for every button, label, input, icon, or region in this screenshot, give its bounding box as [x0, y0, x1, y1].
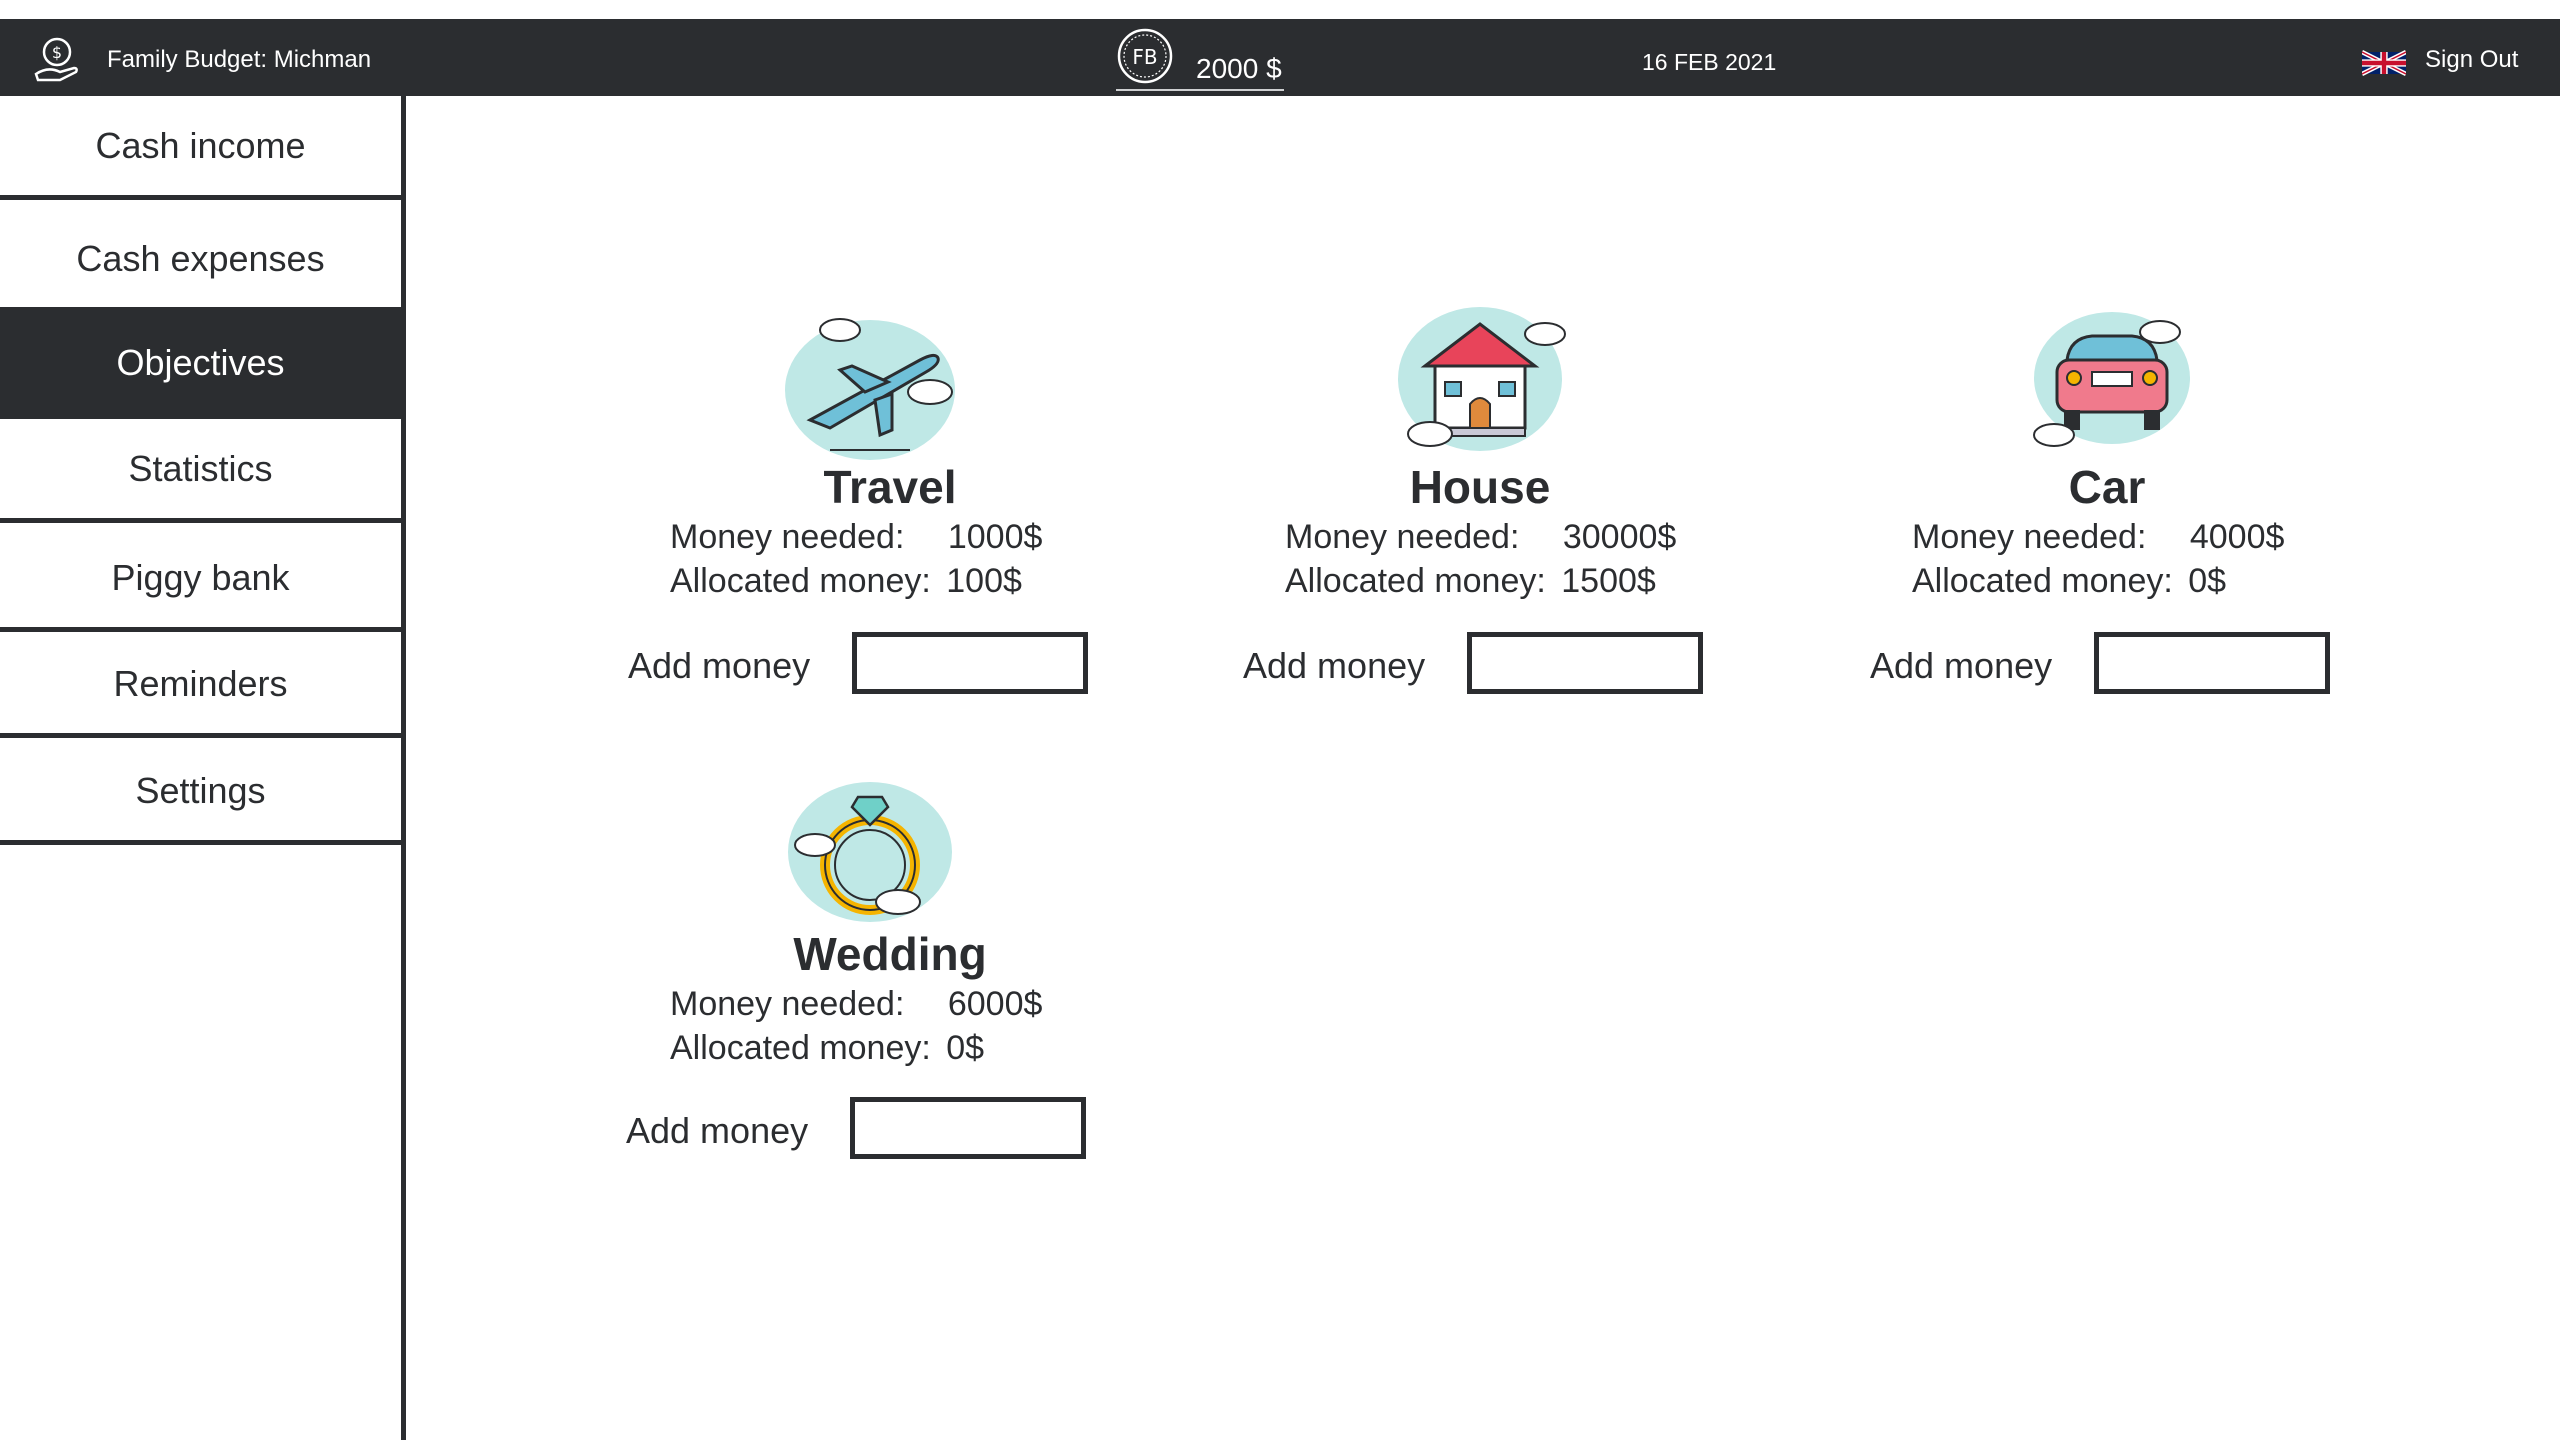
objective-card-car: Car Money needed: 4000$ Allocated money:… [1862, 300, 2382, 720]
add-money-label: Add money [1870, 645, 2053, 686]
balance-display: FB 2000 $ [1116, 25, 1284, 91]
sidebar-item-statistics[interactable]: Statistics [0, 419, 401, 523]
add-money-label: Add money [626, 1110, 809, 1151]
current-date: 16 FEB 2021 [1642, 49, 1777, 75]
sign-out-button[interactable]: Sign Out [2425, 46, 2518, 74]
airplane-icon [785, 318, 955, 460]
top-bar: $ Family Budget: Michman FB 2000 $ 16 FE… [0, 19, 2560, 96]
house-icon [1398, 307, 1566, 451]
objective-name: House [1409, 461, 1551, 513]
money-needed-label: Money needed: [670, 985, 905, 1023]
sidebar-item-cash-expenses[interactable]: Cash expenses [0, 209, 401, 313]
sidebar-item-reminders[interactable]: Reminders [0, 634, 401, 738]
money-needed-value: 30000$ [1562, 518, 1677, 556]
money-needed-value: 1000$ [947, 518, 1043, 556]
allocated-money-value: 0$ [946, 1029, 985, 1067]
objective-card-travel: Travel Money needed: 1000$ Allocated mon… [620, 300, 1140, 720]
allocated-money-label: Allocated money: [670, 1029, 931, 1067]
ring-icon [788, 782, 952, 922]
allocated-money-value: 100$ [946, 562, 1022, 600]
add-money-input-wedding[interactable] [850, 1097, 1086, 1159]
car-icon [2033, 312, 2190, 447]
allocated-money-row: Allocated money: 100$ [670, 562, 1022, 601]
money-needed-row: Money needed: 4000$ [1912, 518, 2284, 557]
allocated-money-label: Allocated money: [1912, 562, 2173, 600]
money-needed-row: Money needed: 6000$ [670, 985, 1042, 1024]
money-needed-value: 4000$ [2189, 518, 2285, 556]
app-title: Family Budget: Michman [107, 46, 372, 73]
money-needed-label: Money needed: [1912, 518, 2147, 556]
allocated-money-label: Allocated money: [670, 562, 931, 600]
sidebar-item-cash-income[interactable]: Cash income [0, 96, 401, 200]
sidebar-item-objectives[interactable]: Objectives [0, 307, 401, 419]
money-needed-row: Money needed: 30000$ [1285, 518, 1676, 557]
objective-name: Travel [823, 461, 957, 513]
allocated-money-label: Allocated money: [1285, 562, 1546, 600]
allocated-money-value: 0$ [2188, 562, 2227, 600]
allocated-money-value: 1500$ [1561, 562, 1656, 600]
money-needed-row: Money needed: 1000$ [670, 518, 1042, 557]
money-bag-hand-icon: $ [34, 37, 78, 82]
sidebar-item-settings[interactable]: Settings [0, 741, 401, 845]
money-needed-value: 6000$ [947, 985, 1043, 1023]
objective-name: Car [2068, 461, 2146, 513]
add-money-label: Add money [1243, 645, 1426, 686]
add-money-label: Add money [628, 645, 811, 686]
objective-card-wedding: Wedding Money needed: 6000$ Allocated mo… [620, 767, 1140, 1187]
uk-flag-icon[interactable] [2362, 50, 2406, 76]
svg-text:$: $ [52, 43, 62, 62]
allocated-money-row: Allocated money: 1500$ [1285, 562, 1656, 601]
add-money-input-house[interactable] [1467, 632, 1703, 694]
sidebar-item-piggy-bank[interactable]: Piggy bank [0, 528, 401, 632]
objective-card-house: House Money needed: 30000$ Allocated mon… [1235, 300, 1755, 720]
svg-text:FB: FB [1132, 45, 1157, 69]
balance-amount: 2000 $ [1196, 53, 1282, 84]
allocated-money-row: Allocated money: 0$ [670, 1029, 984, 1068]
allocated-money-row: Allocated money: 0$ [1912, 562, 2226, 601]
add-money-input-car[interactable] [2094, 632, 2330, 694]
money-needed-label: Money needed: [670, 518, 905, 556]
fb-coin-icon: FB [1117, 28, 1173, 84]
sidebar: Cash income Cash expenses Objectives Sta… [0, 96, 406, 1440]
add-money-input-travel[interactable] [852, 632, 1088, 694]
objective-name: Wedding [793, 928, 987, 980]
money-needed-label: Money needed: [1285, 518, 1520, 556]
